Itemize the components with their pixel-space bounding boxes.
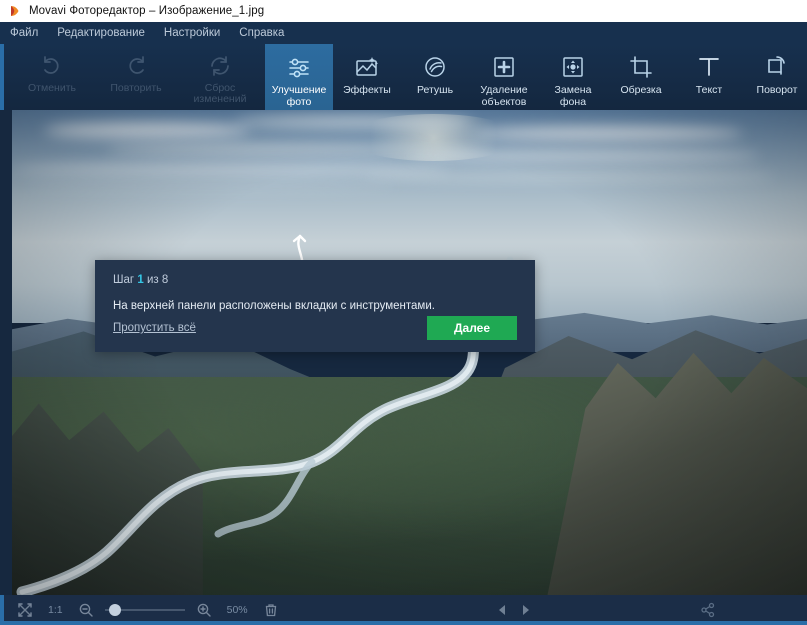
reset-button[interactable]: Сброс изменений [178,44,262,110]
main-toolbar: Отменить Повторить Сброс изменений Улучш… [0,44,807,110]
tab-retouch-label: Ретушь [416,84,454,96]
app-window: Movavi Фоторедактор – Изображение_1.jpg … [0,0,807,625]
tab-crop-label: Обрезка [620,84,662,96]
menu-edit[interactable]: Редактирование [57,27,145,39]
tab-retouch[interactable]: Ретушь [401,44,469,110]
tab-text[interactable]: Текст [675,44,743,110]
river [12,110,807,595]
fit-to-screen-icon[interactable] [12,599,38,621]
photo-canvas[interactable] [12,110,807,595]
tool-tabs: Улучшение фото Эффекты Ретушь Удаление о… [265,44,807,110]
tab-object-removal[interactable]: Удаление объектов [469,44,539,110]
menu-settings[interactable]: Настройки [164,27,220,39]
sliders-icon [286,52,312,82]
trash-icon[interactable] [258,599,284,621]
skip-all-link[interactable]: Пропустить всё [113,322,196,334]
tab-background-replace[interactable]: Замена фона [539,44,607,110]
zoom-slider[interactable] [104,603,185,617]
reset-icon [208,53,232,79]
redo-icon [124,53,148,79]
zoom-out-icon[interactable] [73,599,99,621]
effects-icon [354,52,380,82]
undo-icon [40,53,64,79]
step-prefix-label: Шаг [113,274,135,286]
object-removal-icon [491,52,517,82]
tab-rotate[interactable]: Поворот [743,44,807,110]
tab-object-removal-label: Удаление объектов [480,84,528,108]
menu-file[interactable]: Файл [10,27,38,39]
actual-size-label[interactable]: 1:1 [48,604,63,616]
tab-rotate-label: Поворот [756,84,798,96]
reset-label: Сброс изменений [193,82,247,105]
movavi-logo-icon [8,4,22,18]
tab-background-replace-label: Замена фона [554,84,592,108]
redo-button[interactable]: Повторить [94,44,178,110]
toolbar-accent-edge [0,44,4,110]
tab-crop[interactable]: Обрезка [607,44,675,110]
step-middle-label: из [146,274,159,286]
zoom-slider-handle[interactable] [108,604,121,616]
undo-label: Отменить [28,82,76,94]
menu-help[interactable]: Справка [239,27,284,39]
tutorial-body-text: На верхней панели расположены вкладки с … [113,300,435,312]
history-button-group: Отменить Повторить Сброс изменений [10,44,262,110]
step-total-number: 8 [161,274,169,286]
canvas-area[interactable]: Шаг 1 из 8 На верхней панели расположены… [0,110,807,595]
redo-label: Повторить [110,82,162,94]
window-title: Movavi Фоторедактор – Изображение_1.jpg [29,5,265,17]
retouch-icon [422,52,448,82]
zoom-in-icon[interactable] [191,599,217,621]
tutorial-tooltip: Шаг 1 из 8 На верхней панели расположены… [95,260,535,352]
window-bottom-accent [0,621,807,625]
crop-icon [628,52,654,82]
step-current-number: 1 [137,274,144,286]
next-button[interactable]: Далее [427,316,517,340]
tab-enhance-photo-label: Улучшение фото [271,84,327,108]
tab-effects-label: Эффекты [343,84,391,96]
rotate-icon [764,52,790,82]
next-image-icon[interactable] [514,599,538,621]
title-bar: Movavi Фоторедактор – Изображение_1.jpg [0,0,807,22]
tutorial-footer: Пропустить всё Далее [113,316,517,340]
tab-effects[interactable]: Эффекты [333,44,401,110]
text-icon [696,52,722,82]
previous-image-icon[interactable] [490,599,514,621]
tab-text-label: Текст [695,84,723,96]
tutorial-step-counter: Шаг 1 из 8 [113,274,517,286]
share-icon[interactable] [695,599,721,621]
zoom-level-label: 50% [226,604,248,616]
menu-bar: Файл Редактирование Настройки Справка [0,22,807,44]
zoom-controls: 1:1 50% [0,599,284,621]
undo-button[interactable]: Отменить [10,44,94,110]
tab-enhance-photo[interactable]: Улучшение фото [265,44,333,110]
background-replace-icon [560,52,586,82]
